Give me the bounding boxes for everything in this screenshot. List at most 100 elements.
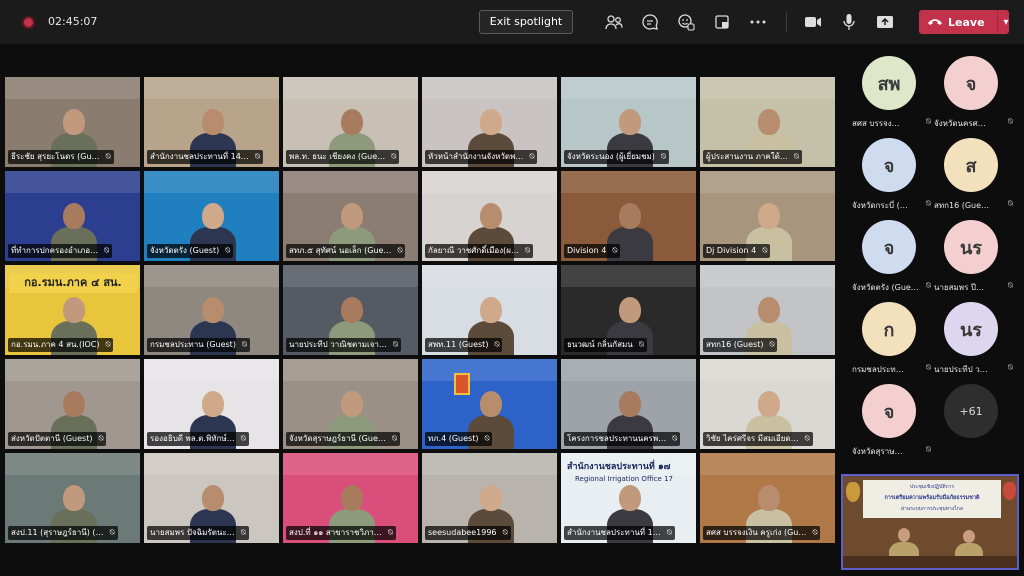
room-background [561,77,696,99]
participant-name-label: Division 4 [564,244,621,258]
participant-avatar[interactable]: จ [944,56,998,110]
video-tile[interactable]: สำนักงานชลประทานที่ ๑๗ Regional Irrigatio… [560,452,697,544]
room-background [144,171,279,193]
room-background [700,265,835,287]
room-background [700,453,835,475]
participant-name-label: สศส บรรจงเงิน ครูเก่ง (Gu… [703,526,821,540]
share-tray-icon[interactable] [712,12,732,32]
video-tile[interactable]: กอ.รมน.ภาค ๔ สน. กอ.รมน.ภาค 4 สน.(IOC) [4,264,141,356]
video-tile[interactable]: วิชัย ไคร่ศรีจร มีสมเอียด… [699,358,836,450]
participant-name-label: สำนักงานชลประทานที่ 14… [147,150,263,164]
video-tile[interactable]: โครงการชลประทานนครพ… [560,358,697,450]
participant-name-label: จังหวัดตรัง (Guest) [147,244,234,258]
room-background [5,171,140,193]
meeting-timer: 02:45:07 [48,15,98,28]
reactions-icon[interactable] [676,12,696,32]
video-tile[interactable]: กัลยาณี วาชศักดิ์เมือง(ผ… [421,170,558,262]
participant-avatar[interactable]: จ [862,220,916,274]
video-tile[interactable]: ส่งหวัดปัตตานี (Guest) [4,358,141,450]
participant-name-label: ธีระชัย สุรยะโนดร (Gu… [8,150,114,164]
participant-face [758,485,780,511]
room-background [144,453,279,475]
mic-muted-icon: ⍉ [926,281,931,290]
room-background [283,171,418,193]
leave-label: Leave [948,15,985,29]
video-tile[interactable]: จังหวัดระนอง (ผู้เยี่ยมชม) [560,76,697,168]
mic-muted-icon: ⍉ [926,363,931,372]
participant-name: จังหวัดตรัง (Gue… [852,283,919,292]
more-icon[interactable] [748,12,768,32]
participant-avatar[interactable]: ส [944,138,998,192]
video-tile[interactable]: สทก16 (Guest) [699,264,836,356]
room-background [5,453,140,475]
video-tile[interactable]: ธนวฒน์ กลิ่นกัสมน [560,264,697,356]
selfview-banner-line3: ผ่านระบบการประชุมทางไกล [901,506,963,512]
camera-icon[interactable] [803,12,823,32]
room-background [5,77,140,99]
video-tile[interactable]: ธีระชัย สุรยะโนดร (Gu… [4,76,141,168]
leave-button[interactable]: Leave ▾ [919,10,1009,34]
video-tile[interactable]: กรมชลประทาน (Guest) [143,264,280,356]
video-tile[interactable]: หัวหน้าสำนักงานจังหวัดพ… [421,76,558,168]
video-tile[interactable]: ที่ทำการปกครองอำเภอ… [4,170,141,262]
participant-avatar[interactable]: นร [944,302,998,356]
participant-avatar[interactable]: จ [862,138,916,192]
video-tile[interactable]: จังหวัดสุราษฎร์ธานี (Gue… [282,358,419,450]
room-background [422,359,557,381]
participant-avatar[interactable]: สพ [862,56,916,110]
chat-icon[interactable] [640,12,660,32]
video-tile[interactable]: สำนักงานชลประทานที่ 14… [143,76,280,168]
participant-face [202,391,224,417]
share-icon[interactable] [875,12,895,32]
people-icon[interactable] [604,12,624,32]
participant-face [758,391,780,417]
room-background [144,265,279,287]
participant-name: จังหวัดกระบี่ (… [852,201,908,210]
self-view-video[interactable]: ประชุมเชิงปฏิบัติการ การเตรียมความพร้อมร… [841,474,1019,570]
toolbar-divider [786,12,787,32]
room-background [144,359,279,381]
video-tile[interactable]: นายประทีป วาณิชตามเจา… [282,264,419,356]
exit-spotlight-button[interactable]: Exit spotlight [479,10,573,34]
video-tile[interactable]: จังหวัดตรัง (Guest) [143,170,280,262]
video-tile[interactable]: สงป.11 (สุราษฎร์ธานี) (… [4,452,141,544]
participant-face [341,391,363,417]
video-tile[interactable]: พล.ท. ธนะ เชียงคง (Gue… [282,76,419,168]
more-participants-button[interactable]: +61 [944,384,998,438]
video-tile[interactable]: สพท.11 (Guest) [421,264,558,356]
mic-icon[interactable] [839,12,859,32]
video-tile[interactable]: รองอธิบดี พล.ต.พิทักษ์… [143,358,280,450]
video-tile[interactable]: สงป.ที่ ๑๑ สาขาราชวิภา… [282,452,419,544]
participant-avatar[interactable]: นร [944,220,998,274]
participant-name-label: สทภ.๕ สุทัศน์ นอเล็ก (Gue… [286,244,406,258]
participant-avatar[interactable]: จ [862,384,916,438]
selfview-banner-line1: ประชุมเชิงปฏิบัติการ [909,484,955,490]
video-tile[interactable]: Division 4 [560,170,697,262]
participant-face [63,203,85,229]
video-tile[interactable]: สทภ.๕ สุทัศน์ นอเล็ก (Gue… [282,170,419,262]
room-background [422,265,557,287]
participant-face [480,203,502,229]
recording-indicator-icon [22,16,35,29]
participant-name-label: ส่งหวัดปัตตานี (Guest) [8,432,107,446]
participant-name-label: จังหวัดระนอง (ผู้เยี่ยมชม) [564,150,669,164]
video-tile[interactable]: seesudabee1996 [421,452,558,544]
chevron-down-icon[interactable]: ▾ [1004,17,1009,28]
participant-face [63,297,85,323]
video-tile[interactable]: ทภ.4 (Guest) [421,358,558,450]
video-tile[interactable]: นายสมพร ปัจฉิมรัตนะ… [143,452,280,544]
participant-face [63,391,85,417]
leave-divider [996,10,998,34]
participant-name-label: จังหวัดสุราษฎร์ธานี (Gue… [286,432,400,446]
video-tile[interactable]: ผู้ประสานงาน ภาคใต้… [699,76,836,168]
video-tile[interactable]: สศส บรรจงเงิน ครูเก่ง (Gu… [699,452,836,544]
video-grid: ธีระชัย สุรยะโนดร (Gu… สำนักงานชลประทานที… [4,76,838,547]
participant-face [619,109,641,135]
participant-avatar[interactable]: ก [862,302,916,356]
participant-face [480,391,502,417]
participant-name-label: ทภ.4 (Guest) [425,432,493,446]
participant-name-label: สพท.11 (Guest) [425,338,503,352]
video-tile[interactable]: Dj Division 4 [699,170,836,262]
participant-face [758,109,780,135]
participant-name-label: สำนักงานชลประทานที่ 1… [564,526,675,540]
